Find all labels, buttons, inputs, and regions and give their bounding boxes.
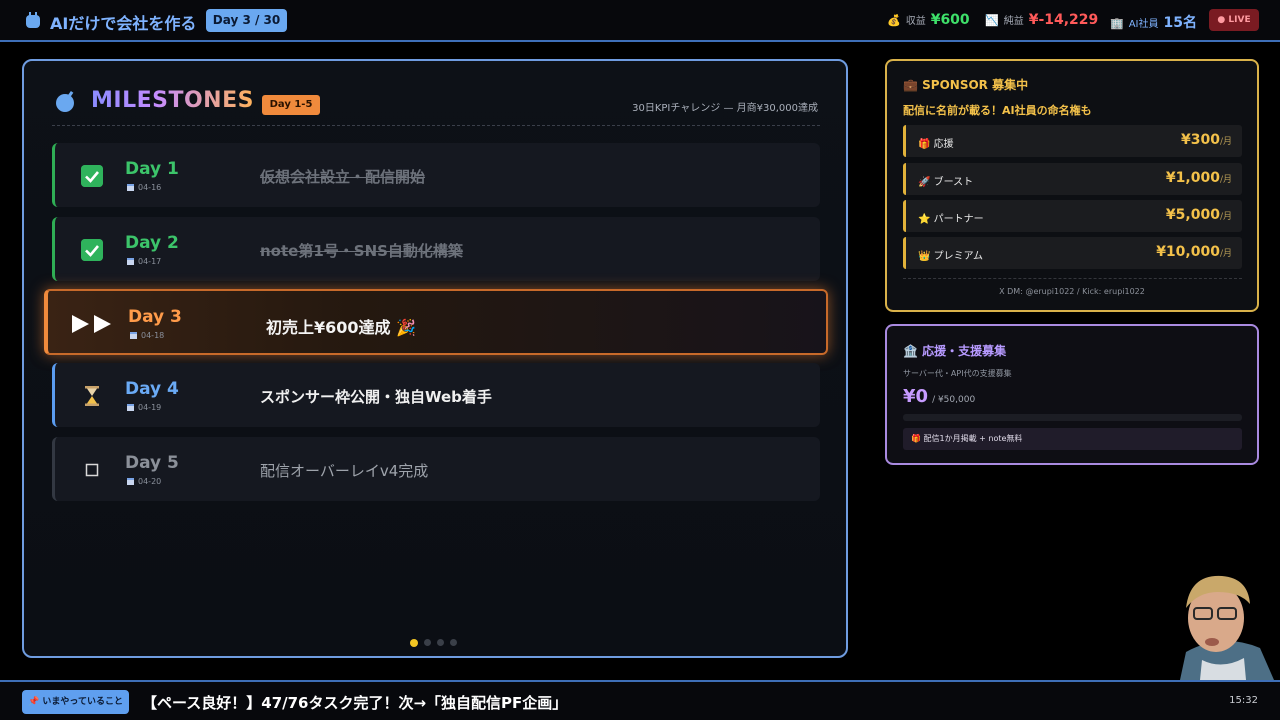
live-badge: ● LIVE: [1209, 9, 1259, 31]
calendar-icon: [127, 404, 134, 411]
milestone-date: 04-16: [127, 183, 161, 192]
support-description: サーバー代・API代の支援募集: [903, 369, 1012, 378]
milestones-panel: MILESTONES Day 1-5 30日KPIチャレンジ — 月商¥30,0…: [22, 59, 848, 658]
status-ticker: 【ペース良好！】47/76タスク完了！次→「独自配信PF企画」: [142, 694, 568, 712]
top-bar: AIだけで会社を作る Day 3 / 30 💰 収益 ¥600 📉 純益 ¥-1…: [0, 0, 1280, 42]
sponsor-panel: 💼 SPONSOR 募集中 配信に名前が載る！AI社員の命名権も 🎁 応援 ¥3…: [885, 59, 1259, 312]
tier-price: ¥10,000/月: [1156, 244, 1232, 260]
sponsor-tier-support[interactable]: 🎁 応援 ¥300/月: [903, 125, 1242, 157]
money-bag-icon: 💰: [887, 14, 901, 27]
revenue-stat: 💰 収益 ¥600: [887, 12, 970, 32]
app-title: AIだけで会社を作る: [50, 14, 197, 33]
calendar-icon: [127, 184, 134, 191]
hourglass-icon: [85, 386, 99, 406]
milestone-day: Day 4: [125, 379, 179, 399]
net-profit-label: 純益: [1003, 16, 1024, 27]
milestone-date: 04-18: [130, 331, 164, 340]
milestone-row-day-2: Day 2 04-17 note第1号・SNS自動化構築: [52, 217, 820, 281]
milestone-row-day-4: Day 4 04-19 スポンサー枠公開・独自Web着手: [52, 363, 820, 427]
sponsor-title: 💼 SPONSOR 募集中: [903, 78, 1029, 92]
milestone-task: 仮想会社設立・配信開始: [260, 168, 426, 186]
play-icon: [72, 315, 111, 333]
pin-icon: 📌: [28, 697, 40, 707]
tier-name: 応援: [933, 139, 954, 150]
building-icon: 🏢: [1110, 17, 1124, 30]
divider: [903, 278, 1242, 279]
support-current-amount: ¥0: [903, 386, 929, 407]
milestones-title: MILESTONES: [91, 88, 254, 113]
day-counter-badge: Day 3 / 30: [206, 9, 287, 32]
milestone-task: スポンサー枠公開・独自Web着手: [260, 388, 492, 406]
sponsor-tier-partner[interactable]: ⭐ パートナー ¥5,000/月: [903, 200, 1242, 232]
sponsor-tier-boost[interactable]: 🚀 ブースト ¥1,000/月: [903, 163, 1242, 195]
checkbox-empty-icon: [85, 463, 99, 477]
support-perk: 🎁 配信1か月掲載 + note無料: [903, 428, 1242, 450]
bottom-bar: 📌 いまやっていること 【ペース良好！】47/76タスク完了！次→「独自配信PF…: [0, 680, 1280, 720]
briefcase-icon: 💼: [903, 78, 918, 92]
gift-icon: 🎁: [918, 139, 931, 150]
milestone-day: Day 1: [125, 159, 179, 179]
now-doing-chip: 📌 いまやっていること: [22, 690, 129, 714]
milestone-date: 04-19: [127, 403, 161, 412]
milestone-date: 04-20: [127, 477, 161, 486]
rocket-icon: 🚀: [918, 177, 931, 188]
milestone-range-badge: Day 1-5: [262, 95, 320, 115]
revenue-label: 収益: [905, 16, 926, 27]
milestone-date: 04-17: [127, 257, 161, 266]
milestone-task: 初売上¥600達成 🎉: [266, 318, 417, 337]
milestone-row-day-1: Day 1 04-16 仮想会社設立・配信開始: [52, 143, 820, 207]
sponsor-subtitle: 配信に名前が載る！AI社員の命名権も: [903, 104, 1092, 117]
streamer-avatar: [1180, 575, 1274, 680]
milestone-row-day-5: Day 5 04-20 配信オーバーレイv4完成: [52, 437, 820, 501]
clock: 15:32: [1229, 695, 1258, 706]
chart-down-icon: 📉: [985, 14, 999, 27]
milestone-task: note第1号・SNS自動化構築: [260, 242, 463, 260]
ai-staff-label: AI社員: [1128, 19, 1159, 30]
milestone-day: Day 2: [125, 233, 179, 253]
page-dot[interactable]: [450, 639, 457, 646]
page-dot[interactable]: [424, 639, 431, 646]
support-progress-bar: [903, 414, 1242, 421]
support-goal-amount: / ¥50,000: [932, 395, 976, 405]
tier-price: ¥5,000/月: [1165, 207, 1232, 223]
checkbox-checked-icon: [81, 165, 103, 187]
net-profit-value: ¥-14,229: [1028, 12, 1099, 28]
bomb-icon: [56, 90, 74, 112]
ai-staff-stat: 🏢 AI社員 15名: [1110, 12, 1197, 32]
milestone-task: 配信オーバーレイv4完成: [260, 462, 429, 480]
tier-name: プレミアム: [933, 251, 983, 262]
sponsor-tier-premium[interactable]: 👑 プレミアム ¥10,000/月: [903, 237, 1242, 269]
bank-icon: 🏦: [903, 344, 918, 358]
calendar-icon: [127, 258, 134, 265]
support-amount: ¥0 / ¥50,000: [903, 386, 975, 407]
gift-icon: 🎁: [911, 434, 921, 443]
page-dot-active[interactable]: [410, 639, 418, 647]
support-title: 🏦 応援・支援募集: [903, 344, 1007, 358]
kpi-goal-text: 30日KPIチャレンジ — 月商¥30,000達成: [632, 103, 818, 114]
checkbox-checked-icon: [81, 239, 103, 261]
divider: [52, 125, 820, 126]
tier-price: ¥1,000/月: [1165, 170, 1232, 186]
calendar-icon: [130, 332, 137, 339]
robot-icon: [26, 12, 40, 28]
milestone-day: Day 5: [125, 453, 179, 473]
net-profit-stat: 📉 純益 ¥-14,229: [985, 12, 1098, 32]
page-indicator: [410, 639, 457, 647]
tier-price: ¥300/月: [1180, 132, 1232, 148]
star-icon: ⭐: [918, 214, 931, 225]
page-dot[interactable]: [437, 639, 444, 646]
support-panel: 🏦 応援・支援募集 サーバー代・API代の支援募集 ¥0 / ¥50,000 🎁…: [885, 324, 1259, 465]
tier-name: パートナー: [933, 214, 984, 225]
calendar-icon: [127, 478, 134, 485]
ai-staff-value: 15名: [1163, 15, 1197, 31]
milestone-day: Day 3: [128, 307, 182, 327]
crown-icon: 👑: [918, 251, 931, 262]
sponsor-contact: X DM: @erupi1022 / Kick: erupi1022: [999, 287, 1145, 296]
milestone-row-day-3: Day 3 04-18 初売上¥600達成 🎉: [44, 289, 828, 355]
revenue-value: ¥600: [930, 12, 970, 28]
tier-name: ブースト: [933, 177, 974, 188]
